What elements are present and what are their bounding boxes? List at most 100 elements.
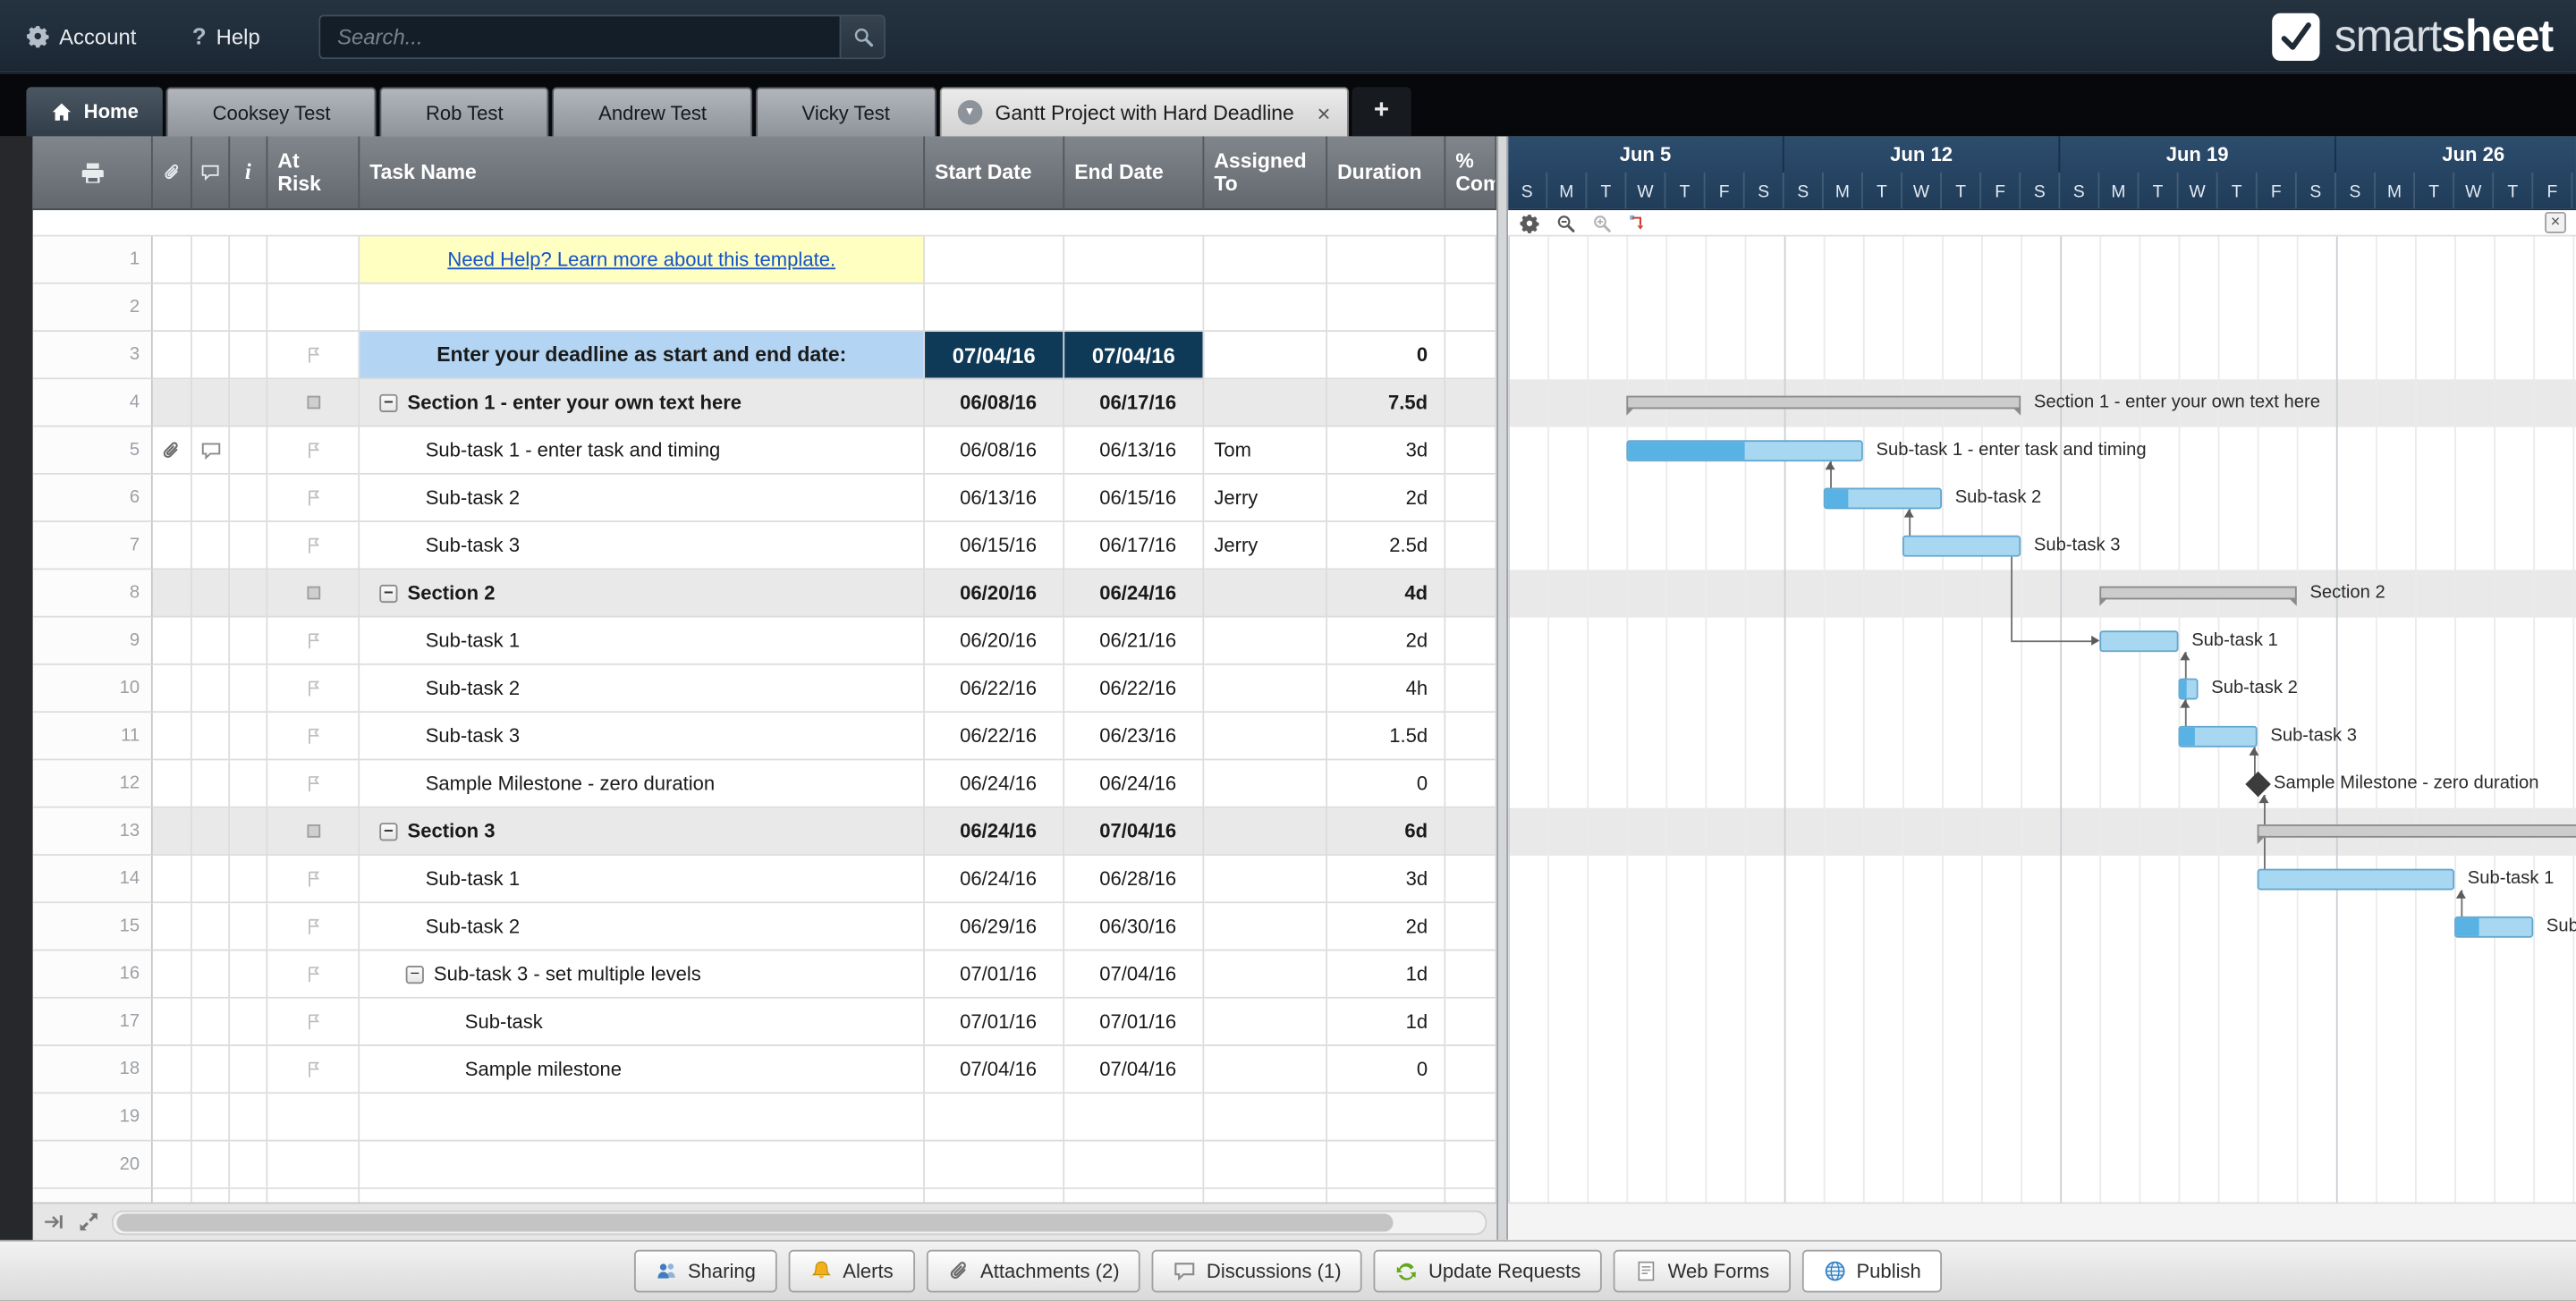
percent-complete-cell[interactable] <box>1445 1094 1497 1142</box>
grid-gantt-splitter[interactable] <box>1496 136 1509 1240</box>
start-date-cell[interactable]: 07/04/16 <box>925 332 1065 380</box>
percent-complete-cell[interactable] <box>1445 617 1497 665</box>
end-date-cell[interactable]: 07/04/16 <box>1064 807 1205 856</box>
at-risk-cell[interactable] <box>267 379 360 427</box>
row-number[interactable]: 6 <box>32 474 153 523</box>
gantt-task-bar[interactable] <box>2257 868 2455 891</box>
search-input[interactable] <box>318 13 841 59</box>
duration-cell[interactable] <box>1327 1094 1446 1142</box>
info-cell[interactable] <box>230 950 268 999</box>
percent-complete-cell[interactable] <box>1445 570 1497 618</box>
gantt-summary-bar[interactable] <box>1626 395 2021 416</box>
task-name-cell[interactable]: Enter your deadline as start and end dat… <box>360 332 926 380</box>
comment-cell[interactable] <box>191 903 231 951</box>
column-header-duration[interactable]: Duration <box>1327 136 1446 211</box>
row-number[interactable]: 19 <box>32 1094 153 1142</box>
end-date-cell[interactable]: 07/04/16 <box>1064 950 1205 999</box>
duration-cell[interactable]: 4d <box>1327 570 1446 618</box>
attachment-cell[interactable] <box>152 903 192 951</box>
assigned-to-cell[interactable] <box>1204 760 1328 808</box>
task-name-cell[interactable]: − Section 3 <box>360 807 926 856</box>
at-risk-cell[interactable] <box>267 950 360 999</box>
info-cell[interactable] <box>230 713 268 761</box>
end-date-cell[interactable]: 06/13/16 <box>1064 427 1205 475</box>
gantt-summary-bar[interactable] <box>2257 824 2576 845</box>
attachment-cell[interactable] <box>152 1141 192 1189</box>
at-risk-cell[interactable] <box>267 617 360 665</box>
gantt-task-bar[interactable] <box>2178 678 2199 700</box>
new-tab-button[interactable]: + <box>1352 87 1411 137</box>
at-risk-cell[interactable] <box>267 570 360 618</box>
comment-cell[interactable] <box>191 1094 231 1142</box>
task-name-cell[interactable] <box>360 1188 926 1203</box>
attachment-cell[interactable] <box>152 1188 192 1203</box>
assigned-to-cell[interactable] <box>1204 1141 1328 1189</box>
comment-cell[interactable] <box>191 1141 231 1189</box>
percent-complete-cell[interactable] <box>1445 379 1497 427</box>
comment-cell[interactable] <box>191 807 231 856</box>
end-date-cell[interactable]: 06/21/16 <box>1064 617 1205 665</box>
row-number[interactable]: 13 <box>32 807 153 856</box>
info-cell[interactable] <box>230 474 268 523</box>
gantt-task-bar[interactable] <box>2454 916 2534 938</box>
start-date-cell[interactable] <box>925 1094 1065 1142</box>
at-risk-cell[interactable] <box>267 522 360 570</box>
gantt-close-button[interactable]: × <box>2545 211 2566 233</box>
at-risk-cell[interactable] <box>267 1141 360 1189</box>
comment-cell[interactable] <box>191 474 231 523</box>
end-date-cell[interactable]: 07/01/16 <box>1064 998 1205 1046</box>
end-date-cell[interactable]: 06/24/16 <box>1064 570 1205 618</box>
column-header-end[interactable]: End Date <box>1064 136 1205 211</box>
percent-complete-cell[interactable] <box>1445 664 1497 714</box>
tab-andrew-test[interactable]: Andrew Test <box>552 87 753 137</box>
start-date-cell[interactable]: 07/04/16 <box>925 1045 1065 1094</box>
end-date-cell[interactable]: 06/15/16 <box>1064 474 1205 523</box>
gantt-task-bar[interactable] <box>2178 725 2258 748</box>
percent-complete-cell[interactable] <box>1445 713 1497 761</box>
task-name-cell[interactable]: Sub-task 2 <box>360 474 926 523</box>
attachment-cell[interactable] <box>152 1094 192 1142</box>
at-risk-cell[interactable] <box>267 474 360 523</box>
gantt-settings-icon[interactable] <box>1520 213 1539 232</box>
start-date-cell[interactable]: 06/24/16 <box>925 807 1065 856</box>
row-number[interactable]: 17 <box>32 998 153 1046</box>
row-number[interactable]: 16 <box>32 950 153 999</box>
info-cell[interactable] <box>230 760 268 808</box>
task-name-cell[interactable]: Sub-task <box>360 998 926 1046</box>
column-header-info[interactable]: i <box>230 136 268 211</box>
at-risk-cell[interactable] <box>267 855 360 904</box>
duration-cell[interactable]: 6d <box>1327 807 1446 856</box>
start-date-cell[interactable] <box>925 1188 1065 1203</box>
start-date-cell[interactable]: 06/08/16 <box>925 379 1065 427</box>
start-date-cell[interactable]: 06/13/16 <box>925 474 1065 523</box>
percent-complete-cell[interactable] <box>1445 855 1497 904</box>
at-risk-cell[interactable] <box>267 1045 360 1094</box>
row-number[interactable]: 1 <box>32 236 153 284</box>
info-cell[interactable] <box>230 283 268 333</box>
comment-cell[interactable] <box>191 236 231 284</box>
tab-dropdown-icon[interactable]: ▼ <box>957 100 982 125</box>
at-risk-cell[interactable] <box>267 427 360 475</box>
start-date-cell[interactable]: 06/20/16 <box>925 570 1065 618</box>
comment-cell[interactable] <box>191 332 231 380</box>
end-date-cell[interactable]: 06/23/16 <box>1064 713 1205 761</box>
assigned-to-cell[interactable] <box>1204 1045 1328 1094</box>
end-date-cell[interactable]: 06/17/16 <box>1064 522 1205 570</box>
info-cell[interactable] <box>230 664 268 714</box>
task-name-cell[interactable]: − Section 1 - enter your own text here <box>360 379 926 427</box>
at-risk-cell[interactable] <box>267 998 360 1046</box>
toolbar-alerts-button[interactable]: Alerts <box>788 1249 915 1293</box>
percent-complete-cell[interactable] <box>1445 998 1497 1046</box>
duration-cell[interactable]: 3d <box>1327 855 1446 904</box>
at-risk-cell[interactable] <box>267 283 360 333</box>
comment-cell[interactable] <box>191 522 231 570</box>
info-cell[interactable] <box>230 332 268 380</box>
task-name-cell[interactable]: Sub-task 1 <box>360 617 926 665</box>
info-cell[interactable] <box>230 1094 268 1142</box>
start-date-cell[interactable]: 07/01/16 <box>925 950 1065 999</box>
end-date-cell[interactable]: 06/22/16 <box>1064 664 1205 714</box>
end-date-cell[interactable]: 06/28/16 <box>1064 855 1205 904</box>
tab-rob-test[interactable]: Rob Test <box>379 87 550 137</box>
comment-cell[interactable] <box>191 1188 231 1203</box>
start-date-cell[interactable]: 06/20/16 <box>925 617 1065 665</box>
